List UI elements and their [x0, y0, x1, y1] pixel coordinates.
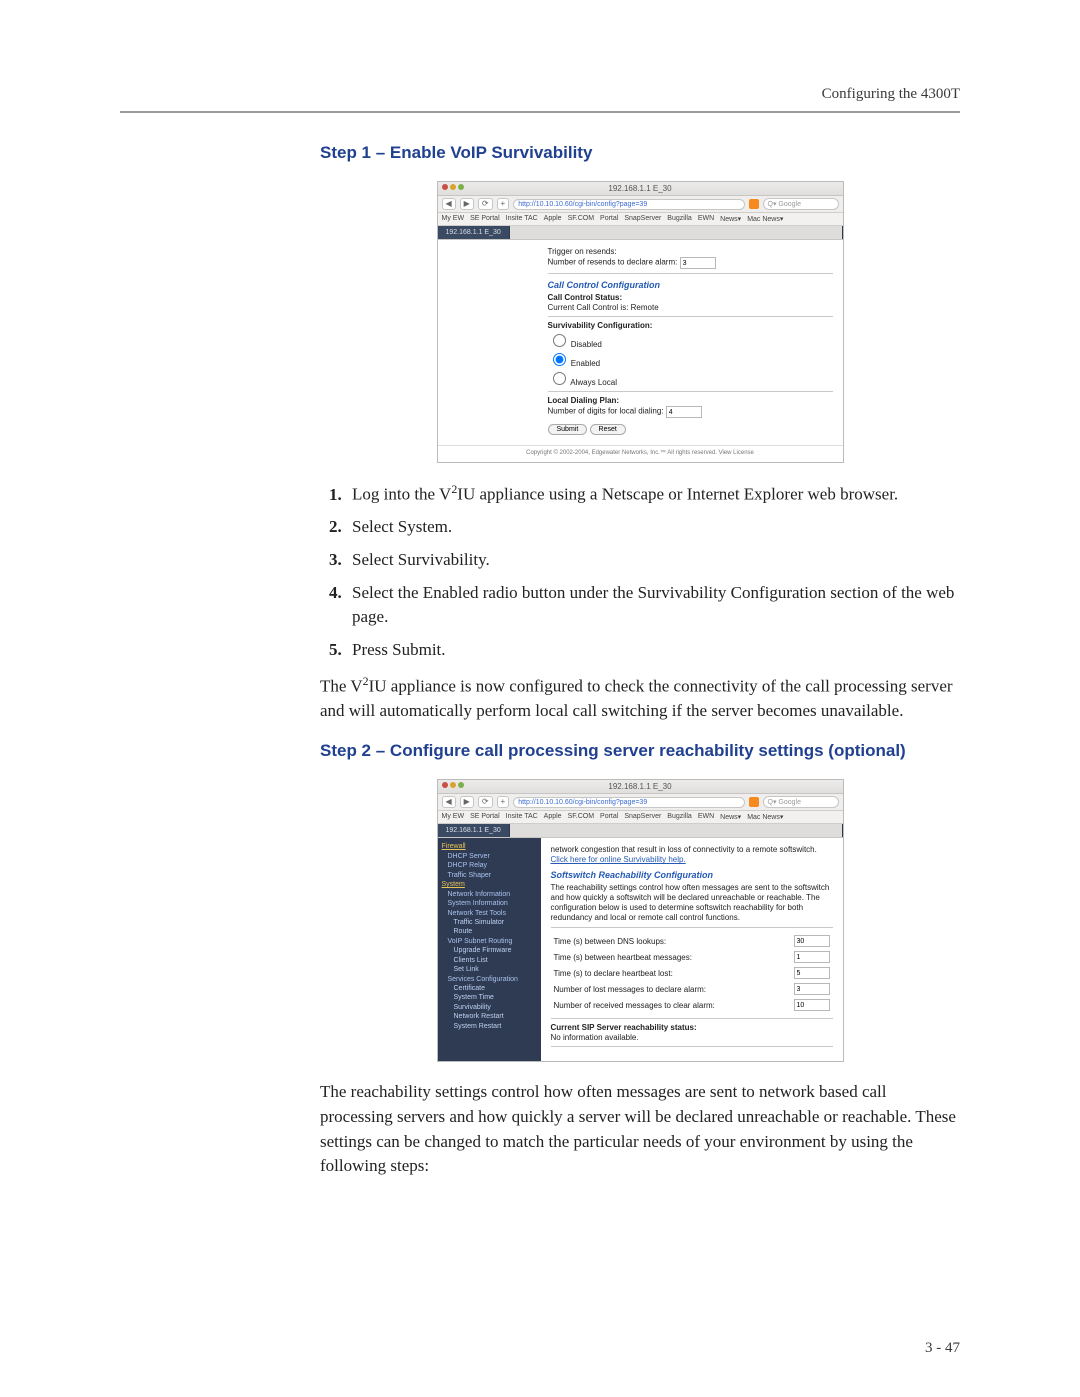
sip-status-title: Current SIP Server reachability status:	[551, 1023, 833, 1032]
search-field[interactable]: Q▾ Google	[763, 796, 839, 808]
intro-fragment: network congestion that result in loss o…	[551, 845, 833, 854]
sidebar-item-traffic-sim[interactable]: Traffic Simulator	[442, 918, 537, 927]
step2-heading: Step 2 – Configure call processing serve…	[320, 741, 960, 761]
window-traffic-lights	[442, 782, 464, 788]
call-control-title: Call Control Configuration	[548, 280, 833, 290]
step1-heading: Step 1 – Enable VoIP Survivability	[320, 143, 960, 163]
submit-button[interactable]: Submit	[548, 424, 588, 435]
sidebar-item-system-restart[interactable]: System Restart	[442, 1022, 537, 1031]
resends-row: Number of resends to declare alarm:	[548, 257, 833, 269]
nav-forward-icon[interactable]: ▶	[460, 198, 474, 210]
screenshot-1: 192.168.1.1 E_30 ◀ ▶ ⟳ + http://10.10.10…	[437, 181, 844, 463]
sidebar-item-route[interactable]: Route	[442, 927, 537, 936]
sidebar-item-certificate[interactable]: Certificate	[442, 984, 537, 993]
browser-tab-area	[510, 824, 843, 837]
sidebar-item-network-info[interactable]: Network Information	[442, 890, 537, 899]
cc-status-value: Current Call Control is: Remote	[548, 303, 833, 312]
step1-item-5: Press Submit.	[346, 638, 960, 663]
dns-lookup-input[interactable]	[794, 935, 830, 947]
heartbeat-interval-input[interactable]	[794, 951, 830, 963]
reachability-desc: The reachability settings control how of…	[551, 883, 833, 923]
heartbeat-lost-input[interactable]	[794, 967, 830, 979]
table-row: Number of lost messages to declare alarm…	[553, 982, 831, 996]
window-traffic-lights	[442, 184, 464, 190]
trigger-row: Trigger on resends:	[548, 247, 833, 256]
sip-status-value: No information available.	[551, 1033, 833, 1042]
sidebar-item-network-test[interactable]: Network Test Tools	[442, 909, 537, 918]
browser-tab-area	[510, 226, 843, 239]
table-row: Time (s) to declare heartbeat lost:	[553, 966, 831, 980]
sidebar-item-system-time[interactable]: System Time	[442, 993, 537, 1002]
sidebar-item-services[interactable]: Services Configuration	[442, 975, 537, 984]
nav-reload-icon[interactable]: ⟳	[478, 198, 493, 210]
browser-tab-active[interactable]: 192.168.1.1 E_30	[438, 824, 510, 837]
radio-always-local: Always Local	[548, 369, 833, 387]
sidebar-item-voip-subnet[interactable]: VoIP Subnet Routing	[442, 937, 537, 946]
window-title: 192.168.1.1 E_30	[608, 184, 671, 193]
page-number: 3 - 47	[925, 1340, 960, 1357]
survivability-title: Survivability Configuration:	[548, 321, 833, 330]
table-row: Number of received messages to clear ala…	[553, 998, 831, 1012]
sidebar-item-dhcp-server[interactable]: DHCP Server	[442, 852, 537, 861]
nav-add-icon[interactable]: +	[497, 796, 510, 808]
lost-alarm-input[interactable]	[794, 983, 830, 995]
table-row: Time (s) between DNS lookups:	[553, 934, 831, 948]
sidebar-item-firewall[interactable]: Firewall	[442, 842, 537, 851]
local-dialing-input[interactable]	[666, 406, 702, 418]
sidebar-item-survivability[interactable]: Survivability	[442, 1003, 537, 1012]
step1-item-2: Select System.	[346, 515, 960, 540]
step1-paragraph: The V2IU appliance is now configured to …	[320, 673, 960, 724]
sidebar-item-set-link[interactable]: Set Link	[442, 965, 537, 974]
sidebar-item-dhcp-relay[interactable]: DHCP Relay	[442, 861, 537, 870]
nav-reload-icon[interactable]: ⟳	[478, 796, 493, 808]
browser-tab-active[interactable]: 192.168.1.1 E_30	[438, 226, 510, 239]
rss-icon[interactable]	[749, 797, 759, 807]
step1-item-1: Log into the V2IU appliance using a Nets…	[346, 481, 960, 507]
cc-status-label: Call Control Status:	[548, 293, 833, 302]
radio-enabled: Enabled	[548, 350, 833, 368]
sidebar-item-network-restart[interactable]: Network Restart	[442, 1012, 537, 1021]
rss-icon[interactable]	[749, 199, 759, 209]
config-sidebar: Firewall DHCP Server DHCP Relay Traffic …	[438, 838, 541, 1061]
reachability-table: Time (s) between DNS lookups: Time (s) b…	[551, 932, 833, 1014]
search-field[interactable]: Q▾ Google	[763, 198, 839, 210]
clear-alarm-input[interactable]	[794, 999, 830, 1011]
survivability-help-link[interactable]: Click here for online Survivability help…	[551, 855, 686, 864]
sidebar-item-traffic-shaper[interactable]: Traffic Shaper	[442, 871, 537, 880]
nav-forward-icon[interactable]: ▶	[460, 796, 474, 808]
bookmarks-bar: My EW SE Portal Insite TAC Apple SF.COM …	[438, 811, 843, 824]
resends-input[interactable]	[680, 257, 716, 269]
sidebar-item-system[interactable]: System	[442, 880, 537, 889]
address-bar[interactable]: http://10.10.10.60/cgi-bin/config?page=3…	[513, 797, 744, 808]
nav-back-icon[interactable]: ◀	[442, 796, 456, 808]
sidebar-item-upgrade[interactable]: Upgrade Firmware	[442, 946, 537, 955]
reset-button[interactable]: Reset	[590, 424, 626, 435]
running-header: Configuring the 4300T	[120, 86, 960, 103]
sidebar-item-clients[interactable]: Clients List	[442, 956, 537, 965]
screenshot-footer: Copyright © 2002-2004, Edgewater Network…	[438, 445, 843, 462]
header-rule	[120, 111, 960, 113]
step2-paragraph: The reachability settings control how of…	[320, 1080, 960, 1179]
reachability-title: Softswitch Reachability Configuration	[551, 870, 833, 880]
window-title: 192.168.1.1 E_30	[608, 782, 671, 791]
sidebar-item-system-info[interactable]: System Information	[442, 899, 537, 908]
step1-item-3: Select Survivability.	[346, 548, 960, 573]
local-dialing-title: Local Dialing Plan:	[548, 396, 833, 405]
address-bar[interactable]: http://10.10.10.60/cgi-bin/config?page=3…	[513, 199, 744, 210]
bookmarks-bar: My EW SE Portal Insite TAC Apple SF.COM …	[438, 213, 843, 226]
radio-disabled: Disabled	[548, 331, 833, 349]
table-row: Time (s) between heartbeat messages:	[553, 950, 831, 964]
screenshot-2: 192.168.1.1 E_30 ◀ ▶ ⟳ + http://10.10.10…	[437, 779, 844, 1062]
local-dialing-row: Number of digits for local dialing:	[548, 406, 833, 418]
nav-back-icon[interactable]: ◀	[442, 198, 456, 210]
step1-list: Log into the V2IU appliance using a Nets…	[320, 481, 960, 663]
step1-item-4: Select the Enabled radio button under th…	[346, 581, 960, 630]
nav-add-icon[interactable]: +	[497, 198, 510, 210]
